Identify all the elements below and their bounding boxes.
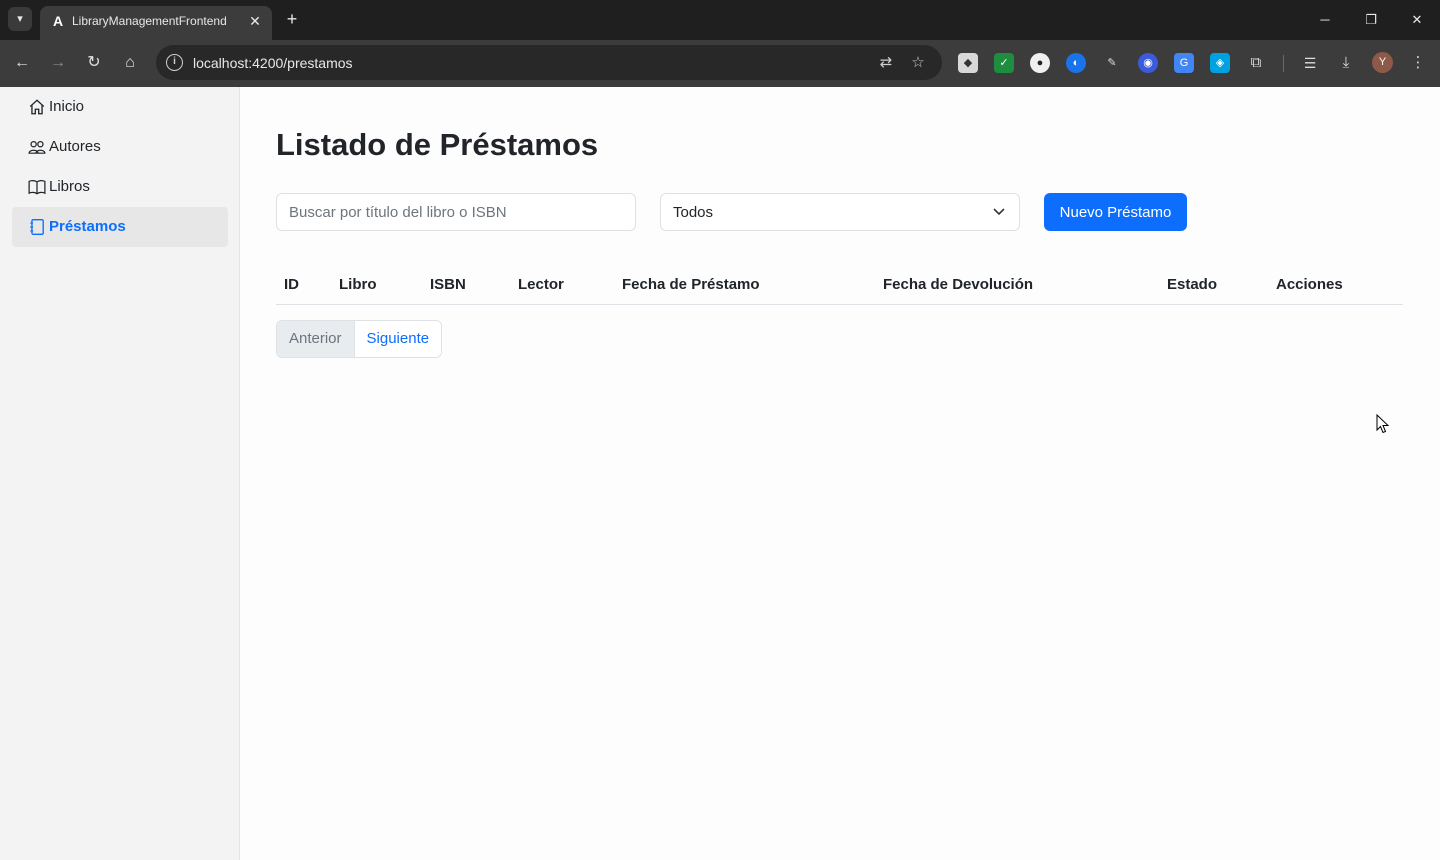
column-header-estado: Estado: [1159, 261, 1268, 305]
extension-globe-icon[interactable]: ◉: [1138, 53, 1158, 73]
toolbar-divider: [1283, 55, 1284, 72]
reload-icon[interactable]: ↻: [82, 51, 106, 75]
new-tab-icon[interactable]: +: [282, 9, 302, 29]
sidebar-item-libros[interactable]: Libros: [12, 167, 228, 207]
browser-tab-bar: ▾ A LibraryManagementFrontend ✕ + ─ ❐ ✕: [0, 0, 1440, 40]
extension-shield-icon[interactable]: ✓: [994, 53, 1014, 73]
sidebar: Inicio Autores Libros Préstamos: [0, 87, 240, 860]
sidebar-item-label: Préstamos: [49, 218, 126, 235]
bookmark-star-icon[interactable]: ☆: [908, 53, 928, 73]
sidebar-item-label: Libros: [49, 178, 90, 195]
column-header-fecha-prestamo: Fecha de Préstamo: [614, 261, 875, 305]
column-header-id: ID: [276, 261, 331, 305]
extension-app-icon[interactable]: ◈: [1210, 53, 1230, 73]
mouse-cursor-icon: [1376, 414, 1390, 434]
house-icon: [29, 99, 45, 115]
tab-search-icon[interactable]: ▾: [8, 7, 32, 31]
angular-favicon-icon: A: [52, 13, 64, 29]
table-header-row: ID Libro ISBN Lector Fecha de Préstamo F…: [276, 261, 1403, 305]
site-info-icon[interactable]: i: [166, 54, 183, 71]
journal-icon: [30, 219, 44, 235]
download-icon[interactable]: ⤓: [1336, 53, 1356, 73]
column-header-acciones: Acciones: [1268, 261, 1403, 305]
address-bar[interactable]: i localhost:4200/prestamos ⇄ ☆: [156, 45, 942, 80]
extensions-puzzle-icon[interactable]: ⧉: [1246, 53, 1266, 73]
sidebar-item-prestamos[interactable]: Préstamos: [12, 207, 228, 247]
translate-icon[interactable]: ⇄: [876, 53, 896, 73]
sidebar-item-label: Autores: [49, 138, 101, 155]
browser-toolbar: ← → ↻ ⌂ i localhost:4200/prestamos ⇄ ☆ ◆…: [0, 40, 1440, 87]
column-header-libro: Libro: [331, 261, 422, 305]
tab-title: LibraryManagementFrontend: [72, 14, 227, 28]
chevron-down-icon: [993, 208, 1005, 216]
extension-cube-icon[interactable]: ◆: [958, 53, 978, 73]
reading-list-icon[interactable]: ☰: [1300, 53, 1320, 73]
back-icon[interactable]: ←: [10, 51, 34, 75]
profile-avatar[interactable]: Y: [1372, 52, 1393, 73]
minimize-icon[interactable]: ─: [1313, 8, 1337, 32]
book-icon: [28, 179, 46, 195]
tab-close-icon[interactable]: ✕: [246, 12, 264, 30]
loans-table: ID Libro ISBN Lector Fecha de Préstamo F…: [276, 261, 1403, 305]
new-loan-button[interactable]: Nuevo Préstamo: [1044, 193, 1187, 231]
sidebar-item-autores[interactable]: Autores: [12, 127, 228, 167]
extension-edge-icon[interactable]: ◐: [1066, 53, 1086, 73]
main-content: Listado de Préstamos Todos Nuevo Préstam…: [240, 87, 1440, 860]
extension-translate-icon[interactable]: G: [1174, 53, 1194, 73]
sidebar-item-inicio[interactable]: Inicio: [12, 87, 228, 127]
column-header-isbn: ISBN: [422, 261, 510, 305]
search-input[interactable]: [276, 193, 636, 231]
url-text: localhost:4200/prestamos: [193, 55, 353, 71]
browser-menu-icon[interactable]: ⋮: [1408, 53, 1428, 73]
extension-circle-icon[interactable]: ●: [1030, 53, 1050, 73]
sidebar-item-label: Inicio: [49, 98, 85, 115]
next-page-button[interactable]: Siguiente: [354, 321, 442, 357]
home-icon[interactable]: ⌂: [118, 51, 142, 75]
extension-pen-icon[interactable]: ✎: [1102, 53, 1122, 73]
window-close-icon[interactable]: ✕: [1405, 8, 1429, 32]
previous-page-button[interactable]: Anterior: [277, 321, 355, 357]
forward-icon[interactable]: →: [46, 51, 70, 75]
restore-icon[interactable]: ❐: [1359, 8, 1383, 32]
column-header-lector: Lector: [510, 261, 614, 305]
browser-tab[interactable]: A LibraryManagementFrontend ✕: [40, 6, 272, 40]
page-title: Listado de Préstamos: [276, 127, 599, 162]
select-value: Todos: [673, 204, 714, 221]
people-icon: [28, 140, 46, 154]
status-filter-select[interactable]: Todos: [660, 193, 1020, 231]
column-header-fecha-devolucion: Fecha de Devolución: [875, 261, 1159, 305]
pagination: Anterior Siguiente: [276, 320, 443, 358]
